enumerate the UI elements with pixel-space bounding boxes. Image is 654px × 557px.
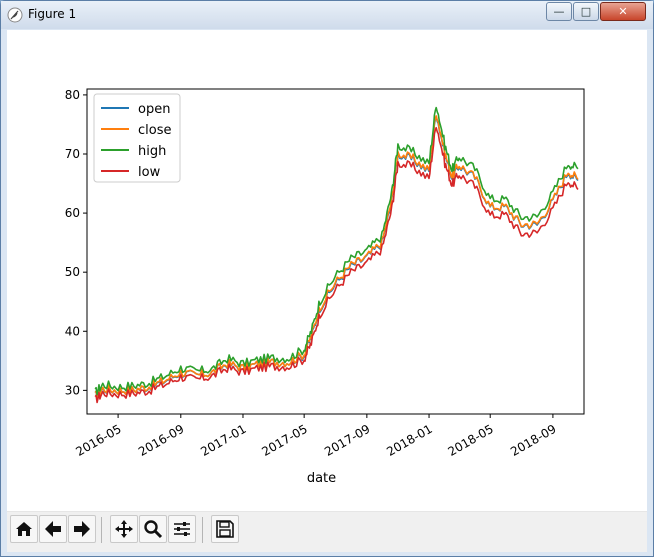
close-button[interactable]: ✕	[600, 2, 646, 21]
x-tick-label: 2018-05	[445, 422, 495, 459]
legend-label-close: close	[138, 123, 171, 138]
forward-arrow-icon	[74, 521, 90, 537]
y-tick-label: 40	[65, 324, 80, 338]
toolbar-separator	[101, 517, 102, 543]
legend-label-low: low	[138, 165, 161, 180]
y-tick-label: 30	[65, 383, 80, 397]
x-tick-label: 2017-09	[322, 422, 372, 459]
pan-icon	[115, 520, 133, 538]
configure-subplots-button[interactable]	[168, 515, 196, 543]
zoom-icon	[144, 520, 163, 539]
zoom-button[interactable]	[139, 515, 167, 543]
pan-button[interactable]	[110, 515, 138, 543]
y-tick-label: 50	[65, 265, 80, 279]
minimize-icon: —	[553, 5, 565, 18]
home-icon	[16, 522, 32, 536]
save-button[interactable]	[211, 515, 239, 543]
x-tick-label: 2017-01	[198, 422, 248, 459]
y-tick-label: 60	[65, 206, 80, 220]
app-feather-icon	[7, 7, 23, 23]
toolbar-separator	[202, 517, 203, 543]
close-icon: ✕	[618, 5, 628, 18]
title-bar[interactable]: Figure 1 — □ ✕	[1, 1, 653, 29]
maximize-icon: □	[580, 5, 592, 18]
back-arrow-icon	[45, 521, 61, 537]
x-tick-label: 2016-09	[136, 422, 186, 459]
x-tick-label: 2018-09	[508, 422, 558, 459]
legend-label-high: high	[138, 144, 166, 159]
y-tick-label: 70	[65, 147, 80, 161]
x-tick-label: 2017-05	[259, 422, 309, 459]
legend-label-open: open	[138, 102, 170, 117]
y-tick-label: 80	[65, 88, 80, 102]
save-icon	[216, 520, 234, 538]
x-tick-label: 2018-01	[384, 422, 434, 459]
subplots-icon	[174, 522, 190, 536]
back-button[interactable]	[39, 515, 67, 543]
navigation-toolbar	[7, 511, 647, 552]
window-title: Figure 1	[28, 7, 77, 21]
x-axis-label: date	[307, 471, 336, 486]
figure-canvas[interactable]: 30 40 50 60 70 80 2016-05 2016-09 2017-01 2017-05…	[7, 30, 647, 511]
maximize-button[interactable]: □	[573, 2, 599, 21]
minimize-button[interactable]: —	[546, 2, 572, 21]
forward-button[interactable]	[68, 515, 96, 543]
x-tick-label: 2016-05	[73, 422, 123, 459]
figure-canvas-area: 30 40 50 60 70 80 2016-05 2016-09 2017-01 2017-05…	[7, 30, 647, 552]
figure-window: Figure 1 — □ ✕ 30 40 50 60 70 80 2016-05 2016-0…	[0, 0, 654, 557]
home-button[interactable]	[10, 515, 38, 543]
